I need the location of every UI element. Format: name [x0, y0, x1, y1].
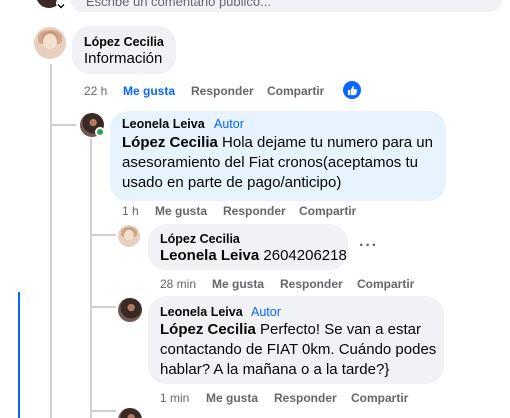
like-button-4[interactable]: Me gusta	[206, 391, 258, 405]
composer-chevron-down-icon[interactable]	[56, 0, 66, 9]
thread-line-branch-3	[90, 306, 116, 308]
comment-text-1: Información	[84, 50, 163, 67]
mention-4[interactable]: López Cecilia	[160, 321, 256, 338]
comment-text-4: López Cecilia Perfecto! Se van a estar c…	[160, 320, 442, 380]
comment-time-3[interactable]: 28 min	[160, 277, 196, 291]
author-badge-4: Autor	[251, 305, 281, 319]
comment-time-2[interactable]: 1 h	[122, 204, 139, 218]
reply-button-3[interactable]: Responder	[280, 277, 343, 291]
like-button-2[interactable]: Me gusta	[155, 204, 207, 218]
comment-author-2[interactable]: Leonela Leiva	[122, 117, 205, 131]
online-status-icon	[95, 127, 105, 137]
like-badge-icon[interactable]	[343, 81, 361, 99]
comment-body-3: 2604206218	[263, 247, 347, 264]
avatar-lopez-cecilia[interactable]	[34, 27, 66, 59]
comment-author-4[interactable]: Leonela Leiva	[160, 305, 243, 319]
new-reply-indicator	[18, 292, 20, 418]
comment-text-2: López Cecilia Hola dejame tu numero para…	[122, 133, 440, 193]
share-button-4[interactable]: Compartir	[351, 391, 408, 405]
like-button-3[interactable]: Me gusta	[212, 277, 264, 291]
reply-button-4[interactable]: Responder	[274, 391, 337, 405]
thread-line-main	[50, 64, 52, 418]
like-button-1[interactable]: Me gusta	[123, 84, 175, 98]
author-badge-2: Autor	[214, 117, 244, 131]
thread-line-branch-2	[90, 234, 116, 236]
more-options-icon[interactable]: ···	[359, 237, 378, 255]
mention-2[interactable]: López Cecilia	[122, 134, 218, 151]
reply-button-2[interactable]: Responder	[223, 204, 286, 218]
thread-line-branch-4	[90, 410, 116, 412]
composer-placeholder: Escribe un comentario público...	[86, 0, 271, 9]
avatar-lopez-cecilia[interactable]	[118, 225, 140, 247]
comment-text-3: Leonela Leiva 2604206218	[160, 246, 347, 266]
comment-time-1[interactable]: 22 h	[84, 84, 107, 98]
reply-button-1[interactable]: Responder	[191, 84, 254, 98]
avatar-next-comment[interactable]	[118, 408, 142, 418]
comment-time-4[interactable]: 1 min	[160, 391, 189, 405]
share-button-2[interactable]: Compartir	[299, 204, 356, 218]
thread-line-sub	[90, 138, 92, 418]
share-button-1[interactable]: Compartir	[267, 84, 324, 98]
thread-line-branch-1	[50, 124, 76, 126]
comment-author-1[interactable]: López Cecilia	[84, 35, 164, 49]
avatar-leonela-leiva[interactable]	[118, 298, 142, 322]
comment-author-3[interactable]: López Cecilia	[160, 232, 240, 246]
mention-3[interactable]: Leonela Leiva	[160, 247, 259, 264]
share-button-3[interactable]: Compartir	[357, 277, 414, 291]
